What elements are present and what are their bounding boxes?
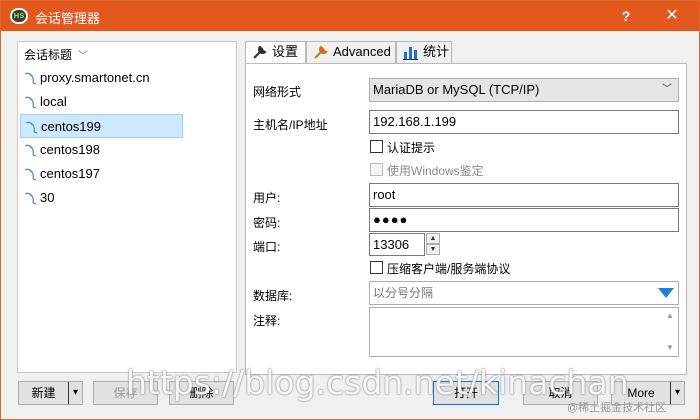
session-list[interactable]: 会话标题 ﹀ proxy.smartonet.cn local centos199… [17, 41, 237, 373]
port-input[interactable]: 13306 [369, 233, 425, 256]
network-type-select[interactable]: MariaDB or MySQL (TCP/IP) ﹀ [369, 78, 679, 102]
session-manager-window: HS 会话管理器 ? ✕ 会话标题 ﹀ proxy.smartonet.cn lo… [0, 0, 700, 420]
port-decrement-button[interactable]: ▼ [426, 244, 440, 255]
windows-auth-label: 使用Windows鉴定 [387, 164, 484, 178]
watermark-site: @稀土掘金技术社区 [567, 402, 667, 414]
mysql-dolphin-icon [24, 144, 37, 157]
password-input[interactable]: ●●●● [369, 208, 679, 232]
database-input[interactable]: 以分号分隔 [369, 281, 679, 305]
compress-protocol-checkbox[interactable] [370, 261, 383, 274]
session-list-header[interactable]: 会话标题 ﹀ [24, 46, 88, 64]
window-title: 会话管理器 [35, 11, 101, 26]
chevron-down-icon[interactable]: ▾ [670, 382, 684, 404]
database-label: 数据库: [253, 289, 293, 303]
settings-panel: 网络形式 MariaDB or MySQL (TCP/IP) ﹀ 主机名/IP地… [245, 63, 687, 375]
port-increment-button[interactable]: ▲ [426, 233, 440, 244]
host-input[interactable]: 192.168.1.199 [369, 110, 679, 134]
tab-advanced[interactable]: Advanced [306, 41, 396, 63]
watermark-text: https://blog.csdn.net/kinachan [126, 363, 629, 402]
comment-label: 注释: [253, 314, 281, 328]
session-list-header-label: 会话标题 [24, 48, 73, 62]
mysql-dolphin-icon [24, 72, 37, 85]
port-label: 端口: [253, 240, 281, 254]
mysql-dolphin-icon [25, 121, 38, 134]
network-type-label: 网络形式 [253, 85, 302, 99]
wrench-icon [253, 45, 267, 59]
help-button[interactable]: ? [603, 1, 649, 31]
chevron-down-icon[interactable]: ▾ [68, 382, 82, 404]
auth-prompt-label: 认证提示 [387, 141, 436, 155]
title-bar: HS 会话管理器 ? ✕ [1, 1, 699, 31]
scroll-down-icon[interactable]: ▼ [664, 342, 676, 354]
session-item[interactable]: centos197 [20, 162, 183, 186]
bar-chart-icon [403, 47, 418, 60]
tab-statistics[interactable]: 统计 [396, 41, 452, 63]
new-button[interactable]: 新建 ▾ [18, 381, 83, 405]
password-label: 密码: [253, 216, 281, 230]
windows-auth-checkbox[interactable] [370, 163, 383, 176]
app-logo-icon: HS [10, 8, 28, 24]
mysql-dolphin-icon [24, 168, 37, 181]
mysql-dolphin-icon [24, 192, 37, 205]
session-item[interactable]: proxy.smartonet.cn [20, 66, 183, 90]
chevron-down-icon: ﹀ [78, 51, 89, 62]
user-label: 用户: [253, 191, 281, 205]
session-item[interactable]: local [20, 90, 183, 114]
close-button[interactable]: ✕ [649, 1, 695, 31]
scroll-up-icon[interactable]: ▲ [664, 310, 676, 322]
host-label: 主机名/IP地址 [253, 118, 328, 132]
mysql-dolphin-icon [24, 96, 37, 109]
chevron-down-icon: ﹀ [662, 84, 672, 95]
wrench-orange-icon [314, 45, 328, 59]
auth-prompt-checkbox[interactable] [370, 140, 383, 153]
session-item-selected[interactable]: centos199 [20, 114, 183, 138]
user-input[interactable]: root [369, 183, 679, 207]
compress-protocol-label: 压缩客户端/服务端协议 [387, 262, 511, 276]
session-item[interactable]: 30 [20, 186, 183, 210]
tab-settings[interactable]: 设置 [245, 41, 306, 64]
session-item[interactable]: centos198 [20, 138, 183, 162]
dropdown-triangle-icon[interactable] [658, 288, 674, 298]
comment-textarea[interactable]: ▲ ▼ [369, 307, 679, 357]
